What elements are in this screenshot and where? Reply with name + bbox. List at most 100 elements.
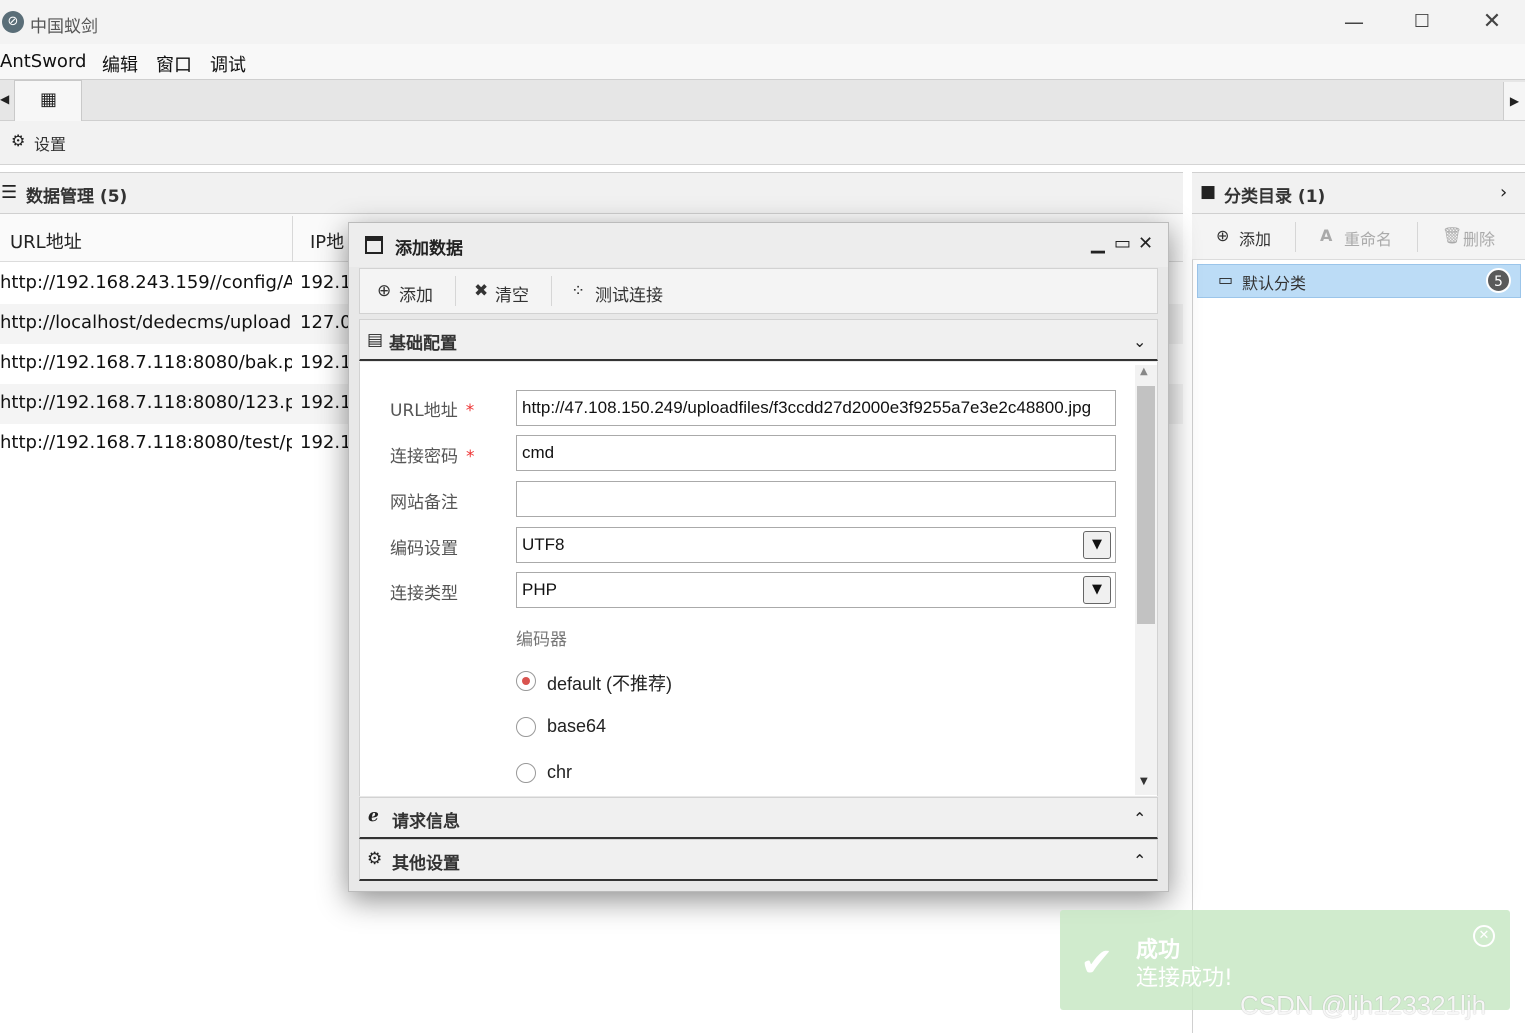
row-ip: 127.0 <box>300 312 350 333</box>
tab-scroll-left-icon[interactable]: ◀ <box>0 92 12 112</box>
encoder-option-label[interactable]: chr <box>547 762 572 783</box>
plus-circle-icon: ⊕ <box>1216 226 1230 245</box>
dialog-maximize-button[interactable]: ▭ <box>1114 233 1131 254</box>
chevron-down-icon[interactable]: ⌄ <box>1133 332 1146 351</box>
minimize-window-button[interactable]: — <box>1334 8 1374 36</box>
antsword-logo-icon: ⊘ <box>2 11 24 33</box>
data-management-title: 数据管理 (5) <box>26 187 128 207</box>
ie-browser-icon: ℯ <box>368 806 379 826</box>
dialog-minimize-button[interactable]: ▁ <box>1091 233 1105 254</box>
settings-toolbar <box>0 121 1525 165</box>
note-field-label: 网站备注 <box>390 493 458 513</box>
clear-button[interactable]: 清空 <box>495 281 529 306</box>
window-title: 中国蚁剑 <box>30 17 98 37</box>
menu-window[interactable]: 窗口 <box>156 51 192 77</box>
toast-close-icon[interactable]: ✕ <box>1473 925 1495 947</box>
encoder-radio-chr[interactable] <box>516 763 536 783</box>
scrollbar-thumb[interactable] <box>1137 386 1155 624</box>
file-icon: ▤ <box>367 330 384 350</box>
checkmark-icon: ✔ <box>1080 940 1114 986</box>
tab-scroll-right-icon[interactable]: ▶ <box>1503 82 1525 120</box>
dialog-title-bar[interactable] <box>349 223 1168 267</box>
category-item-label: 默认分类 <box>1242 274 1307 293</box>
row-url: http://192.168.7.118:8080/test/pe <box>0 432 292 453</box>
row-ip: 192.1 <box>300 352 350 373</box>
toolbar-divider <box>551 276 552 306</box>
category-title: 分类目录 (1) <box>1224 187 1326 207</box>
row-ip: 192.1 <box>300 392 350 413</box>
section-request-info[interactable] <box>359 797 1158 839</box>
connection-type-select[interactable]: PHP <box>516 572 1116 608</box>
folder-icon: ■ <box>1200 182 1217 202</box>
title-bar <box>0 0 1525 44</box>
grid-icon: ▦ <box>40 89 58 110</box>
column-header-ip[interactable]: IP地 <box>310 228 344 254</box>
chevron-down-icon[interactable]: ▼ <box>1083 576 1111 604</box>
gears-icon: ⚙ <box>367 849 383 869</box>
data-management-header <box>0 172 1183 214</box>
menu-debug[interactable]: 调试 <box>210 51 246 77</box>
chevron-up-icon[interactable]: ⌃ <box>1133 809 1146 828</box>
row-url: http://192.168.243.159//config/As <box>0 272 292 293</box>
trash-icon: 🗑 <box>1442 226 1463 245</box>
plus-circle-icon: ⊕ <box>377 281 392 301</box>
row-url: http://localhost/dedecms/uploads/ <box>0 312 292 333</box>
delete-category-button[interactable]: 删除 <box>1463 226 1495 250</box>
encoding-field-label: 编码设置 <box>390 539 458 559</box>
menu-edit[interactable]: 编辑 <box>102 51 138 77</box>
scroll-down-icon[interactable]: ▼ <box>1140 776 1148 787</box>
spinner-icon: ⁘ <box>571 281 586 301</box>
maximize-window-button[interactable]: ☐ <box>1402 8 1442 36</box>
encoding-select[interactable]: UTF8 <box>516 527 1116 563</box>
url-input[interactable]: http://47.108.150.249/uploadfiles/f3ccdd… <box>516 390 1116 426</box>
tab-strip <box>0 79 1525 121</box>
password-input[interactable]: cmd <box>516 435 1116 471</box>
font-icon: A <box>1320 226 1333 245</box>
gear-icon: ⚙ <box>11 131 26 150</box>
row-ip: 192.1 <box>300 432 350 453</box>
encoder-option-label[interactable]: default (不推荐) <box>547 670 672 696</box>
url-field-label: URL地址 * <box>390 401 475 421</box>
close-window-button[interactable]: ✕ <box>1472 8 1512 36</box>
close-icon: ✖ <box>474 281 489 301</box>
folder-open-icon: ▭ <box>1218 270 1234 289</box>
menu-antsword[interactable]: AntSword <box>0 51 86 72</box>
dialog-title: 添加数据 <box>395 239 463 259</box>
toolbar-divider <box>1417 222 1418 252</box>
column-divider[interactable] <box>292 216 293 262</box>
category-count-badge: 5 <box>1486 268 1511 293</box>
note-input[interactable] <box>516 481 1116 517</box>
chevron-down-icon[interactable]: ▼ <box>1083 531 1111 559</box>
chevron-up-icon[interactable]: ⌃ <box>1133 851 1146 870</box>
add-button[interactable]: 添加 <box>399 281 433 306</box>
row-url: http://192.168.7.118:8080/123.ph <box>0 392 292 413</box>
section-other-label: 其他设置 <box>392 854 460 874</box>
watermark: CSDN @ljh123321ljh <box>1240 990 1487 1020</box>
toolbar-divider <box>455 276 456 306</box>
row-url: http://192.168.7.118:8080/bak.ph <box>0 352 292 373</box>
category-panel <box>1192 172 1525 1033</box>
toolbar-divider <box>1295 222 1296 252</box>
chevron-right-icon[interactable]: › <box>1500 182 1507 203</box>
section-basic-label: 基础配置 <box>389 334 457 354</box>
type-field-label: 连接类型 <box>390 584 458 604</box>
encoder-label: 编码器 <box>516 630 567 650</box>
dialog-close-button[interactable]: ✕ <box>1138 233 1153 254</box>
encoder-radio-base64[interactable] <box>516 717 536 737</box>
section-basic-config[interactable] <box>359 319 1158 361</box>
encoder-radio-default[interactable] <box>516 671 536 691</box>
test-connection-button[interactable]: 测试连接 <box>595 281 663 306</box>
password-field-label: 连接密码 * <box>390 447 475 467</box>
section-request-label: 请求信息 <box>392 812 460 832</box>
column-header-url[interactable]: URL地址 <box>10 228 82 254</box>
settings-button[interactable]: 设置 <box>34 131 66 155</box>
row-ip: 192.1 <box>300 272 350 293</box>
toast-message: 连接成功! <box>1136 966 1233 991</box>
list-icon: ☰ <box>1 182 18 203</box>
add-category-button[interactable]: 添加 <box>1239 226 1271 250</box>
encoder-option-label[interactable]: base64 <box>547 716 606 737</box>
rename-category-button[interactable]: 重命名 <box>1344 226 1392 250</box>
window-icon <box>365 236 383 254</box>
scroll-up-icon[interactable]: ▲ <box>1140 366 1148 377</box>
section-other-settings[interactable] <box>359 839 1158 881</box>
